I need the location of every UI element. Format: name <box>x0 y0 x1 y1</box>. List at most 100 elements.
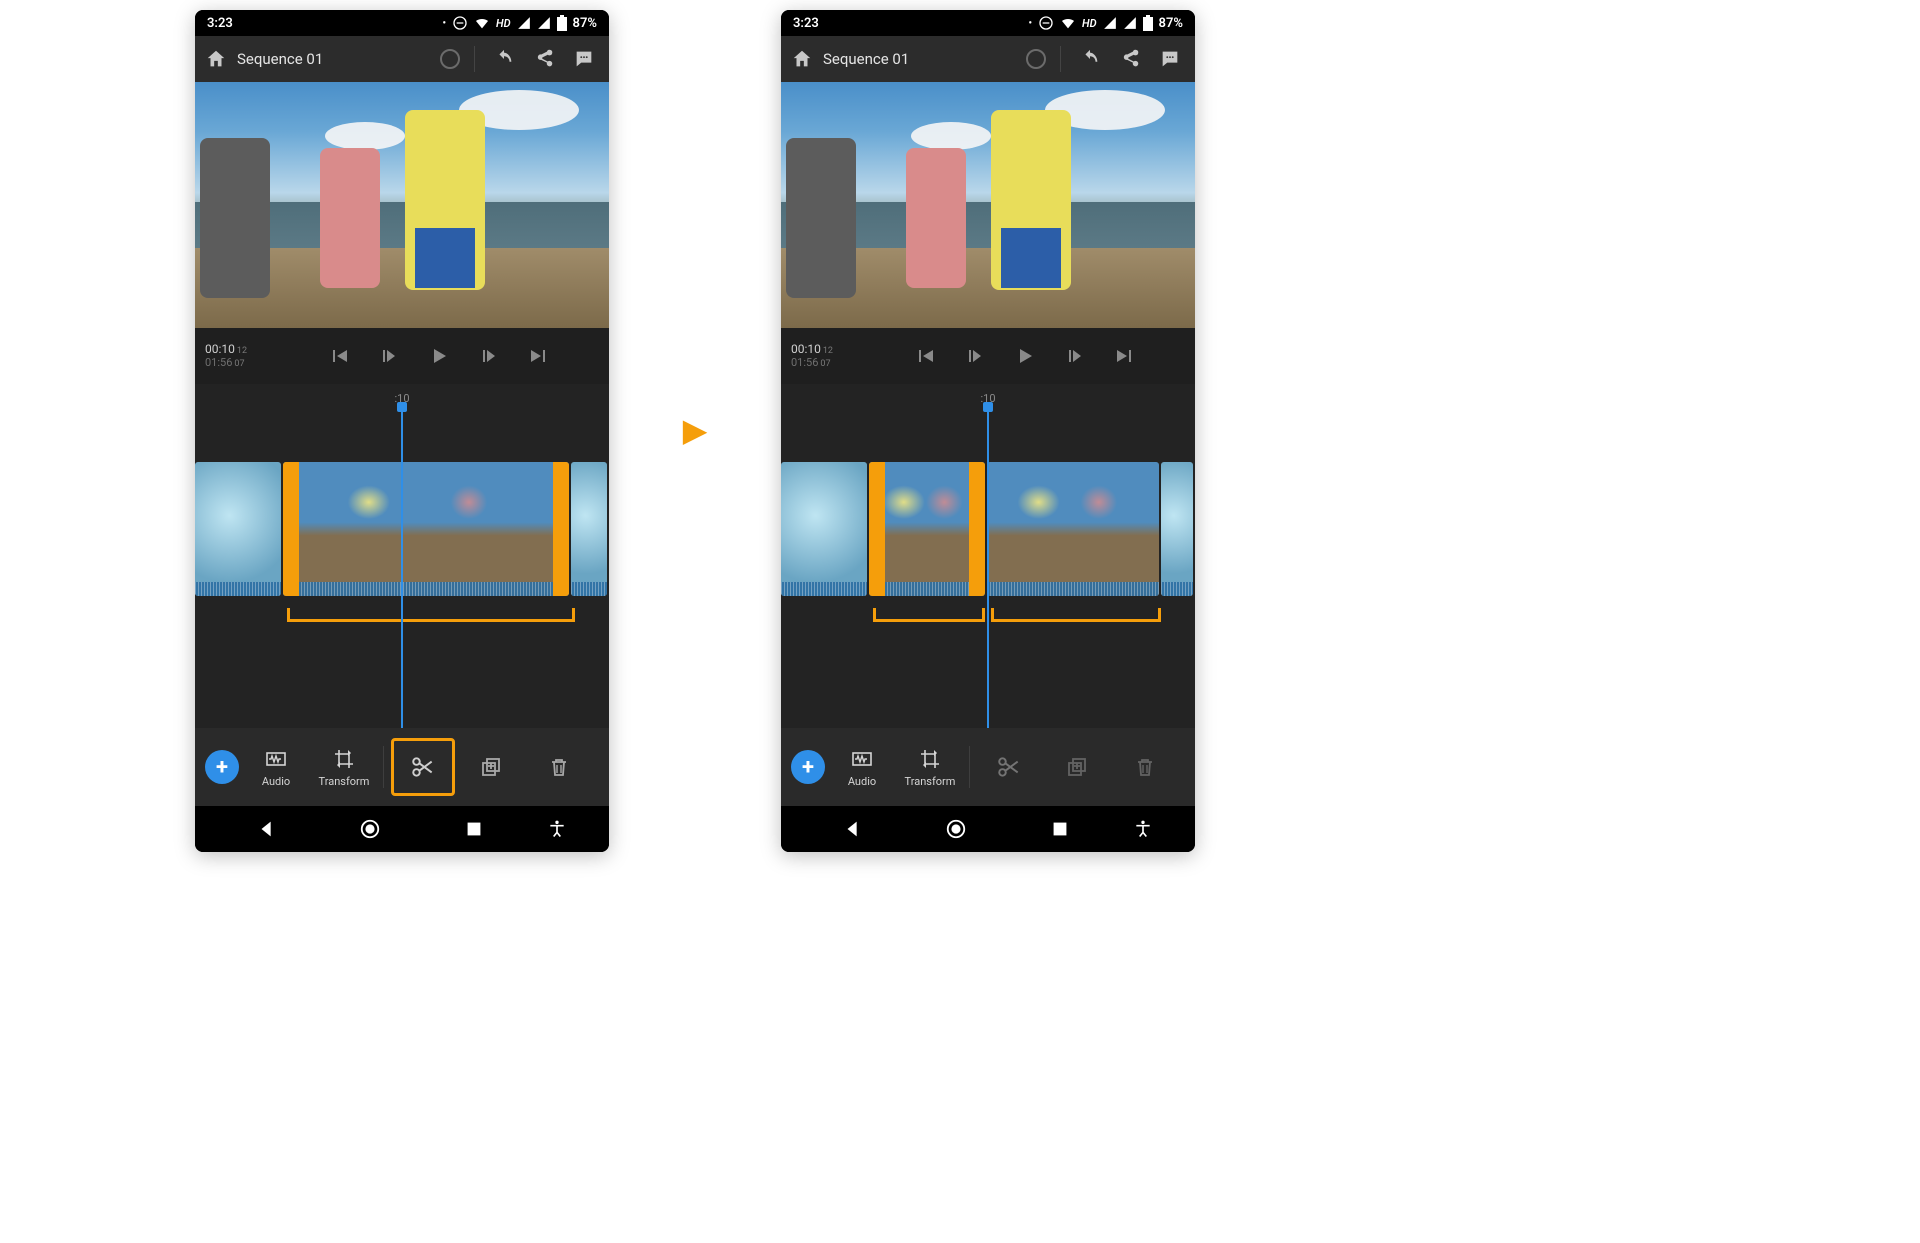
clip-range-bracket <box>991 608 1161 622</box>
clip-handle-right[interactable] <box>969 462 985 596</box>
transport-controls <box>279 344 599 368</box>
battery-pct: 87% <box>573 16 597 31</box>
transport-controls <box>865 344 1185 368</box>
signal-icon <box>1103 16 1117 30</box>
video-preview[interactable] <box>195 82 609 328</box>
undo-button[interactable] <box>489 44 519 74</box>
skip-end-button[interactable] <box>527 344 551 368</box>
sync-icon[interactable] <box>440 49 460 69</box>
timeline-clip[interactable] <box>1161 462 1193 596</box>
header-divider <box>474 46 475 72</box>
audio-icon <box>264 747 288 771</box>
total-time: 01:56 <box>205 356 232 369</box>
accessibility-button[interactable] <box>537 819 577 839</box>
timeline-clip[interactable] <box>195 462 281 596</box>
trash-icon <box>547 755 571 779</box>
battery-icon <box>1143 15 1153 31</box>
duplicate-button[interactable] <box>460 739 522 795</box>
home-icon[interactable] <box>205 48 227 70</box>
header-divider <box>1060 46 1061 72</box>
clip-handle-right[interactable] <box>553 462 569 596</box>
phone-after: 3:23 • HD 87% Sequence 01 <box>781 10 1195 852</box>
nav-home-button[interactable] <box>330 818 410 840</box>
step-back-button[interactable] <box>377 344 401 368</box>
sync-icon[interactable] <box>1026 49 1046 69</box>
signal-icon <box>1123 16 1137 30</box>
step-forward-button[interactable] <box>1063 344 1087 368</box>
accessibility-button[interactable] <box>1123 819 1163 839</box>
transform-icon <box>918 747 942 771</box>
timeline-clip[interactable] <box>781 462 867 596</box>
nav-back-button[interactable] <box>227 818 307 840</box>
add-media-button[interactable]: + <box>205 750 239 784</box>
hd-label: HD <box>496 17 511 30</box>
duplicate-icon <box>1065 755 1089 779</box>
total-frames: 07 <box>234 359 244 369</box>
play-button[interactable] <box>1013 344 1037 368</box>
sequence-title[interactable]: Sequence 01 <box>823 50 909 68</box>
nav-recent-button[interactable] <box>1020 818 1100 840</box>
clip-handle-left[interactable] <box>283 462 299 596</box>
play-button[interactable] <box>427 344 451 368</box>
scissors-icon <box>996 754 1022 780</box>
comment-button[interactable] <box>569 44 599 74</box>
app-header: Sequence 01 <box>195 36 609 82</box>
audio-label: Audio <box>848 775 876 788</box>
android-nav <box>195 806 609 852</box>
timeline-clip[interactable] <box>987 462 1159 596</box>
skip-end-button[interactable] <box>1113 344 1137 368</box>
current-frames: 12 <box>237 346 247 356</box>
sequence-title[interactable]: Sequence 01 <box>237 50 323 68</box>
split-clip-button[interactable] <box>392 739 454 795</box>
audio-icon <box>850 747 874 771</box>
step-back-button[interactable] <box>963 344 987 368</box>
playhead[interactable] <box>401 408 403 728</box>
clip-handle-left[interactable] <box>869 462 885 596</box>
playhead[interactable] <box>987 408 989 728</box>
timeline[interactable]: :10 <box>781 384 1195 728</box>
transition-arrow-icon: ▶ <box>683 414 708 446</box>
audio-button[interactable]: Audio <box>245 747 307 788</box>
timeline-clip[interactable] <box>571 462 607 596</box>
add-media-button[interactable]: + <box>791 750 825 784</box>
comment-button[interactable] <box>1155 44 1185 74</box>
status-right: • HD 87% <box>442 15 597 31</box>
wifi-icon <box>1060 15 1076 31</box>
transform-label: Transform <box>905 775 956 788</box>
share-button[interactable] <box>529 44 559 74</box>
status-time: 3:23 <box>207 16 233 31</box>
delete-button[interactable] <box>528 739 590 795</box>
audio-button[interactable]: Audio <box>831 747 893 788</box>
home-icon[interactable] <box>791 48 813 70</box>
nav-back-button[interactable] <box>813 818 893 840</box>
skip-start-button[interactable] <box>327 344 351 368</box>
share-button[interactable] <box>1115 44 1145 74</box>
clip-range-bracket <box>873 608 985 622</box>
toolbar-divider <box>969 746 970 788</box>
delete-button[interactable] <box>1114 739 1176 795</box>
dnd-icon <box>1038 15 1054 31</box>
total-time: 01:56 <box>791 356 818 369</box>
split-clip-button[interactable] <box>978 739 1040 795</box>
timeline[interactable]: :10 <box>195 384 609 728</box>
battery-pct: 87% <box>1159 16 1183 31</box>
timeline-clip[interactable] <box>869 462 985 596</box>
transform-button[interactable]: Transform <box>899 747 961 788</box>
skip-start-button[interactable] <box>913 344 937 368</box>
toolbar-divider <box>383 746 384 788</box>
battery-icon <box>557 15 567 31</box>
video-preview[interactable] <box>781 82 1195 328</box>
undo-button[interactable] <box>1075 44 1105 74</box>
current-time: 00:10 <box>205 342 235 356</box>
transform-label: Transform <box>319 775 370 788</box>
duplicate-button[interactable] <box>1046 739 1108 795</box>
transform-button[interactable]: Transform <box>313 747 375 788</box>
timecodes: 00:1012 01:5607 <box>205 343 279 369</box>
android-nav <box>781 806 1195 852</box>
trash-icon <box>1133 755 1157 779</box>
nav-home-button[interactable] <box>916 818 996 840</box>
timeline-clip[interactable] <box>283 462 570 596</box>
step-forward-button[interactable] <box>477 344 501 368</box>
bottom-toolbar: + Audio Transform <box>195 728 609 806</box>
nav-recent-button[interactable] <box>434 818 514 840</box>
